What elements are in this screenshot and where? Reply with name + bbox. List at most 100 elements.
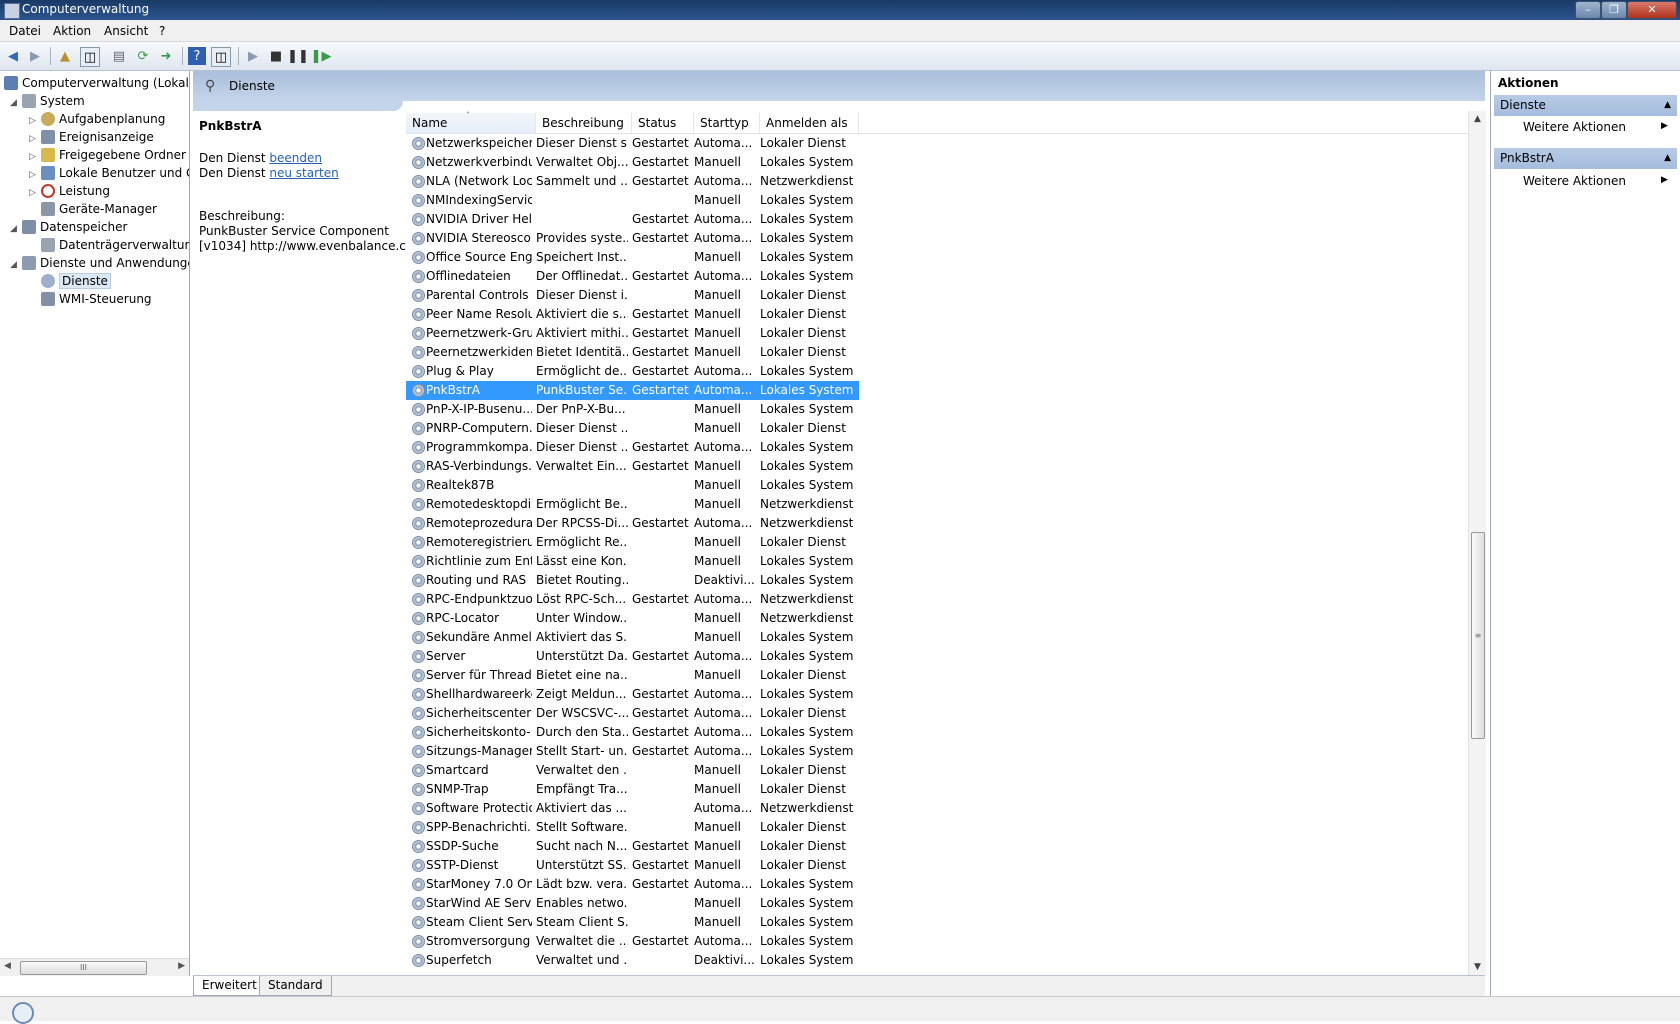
table-row[interactable]: RAS-Verbindungs... Verwaltet Ein... Gestar… xyxy=(406,457,859,476)
table-row[interactable]: StarWind AE Service Enables netwo... Manue… xyxy=(406,894,859,913)
pause-service-icon[interactable]: ❚❚ xyxy=(287,47,309,65)
column-header-name[interactable]: Name ˄ xyxy=(406,111,536,133)
scrollbar-thumb[interactable]: III xyxy=(20,961,147,975)
column-header-anmelden-als[interactable]: Anmelden als xyxy=(760,113,859,133)
column-header-starttyp[interactable]: Starttyp xyxy=(694,113,760,133)
maximize-button[interactable]: ❐ xyxy=(1601,1,1627,19)
tree-node-aufgabenplanung[interactable]: ▷ Aufgabenplanung xyxy=(29,111,165,128)
table-row[interactable]: Sicherheitskonto-... Durch den Sta... Gest… xyxy=(406,723,859,742)
table-row[interactable]: Peernetzwerkident... Bietet Identitä... Ge… xyxy=(406,343,859,362)
table-row[interactable]: NVIDIA Driver Hel... Gestartet Automa... Lo… xyxy=(406,210,859,229)
table-row[interactable]: Smartcard Verwaltet den ... Manuell Lokaler… xyxy=(406,761,859,780)
scrollbar-thumb[interactable]: ≡ xyxy=(1471,532,1485,739)
table-row[interactable]: StarMoney 7.0 Onl... Lädt bzw. vera... Ges… xyxy=(406,875,859,894)
tree-node-dienste[interactable]: Dienste xyxy=(41,273,111,290)
menu-help[interactable]: ? xyxy=(159,24,165,38)
table-row[interactable]: Offlinedateien Der Offlinedat... Gestartet… xyxy=(406,267,859,286)
table-row[interactable]: Programmkompa... Dieser Dienst ... Gestart… xyxy=(406,438,859,457)
action-weitere-aktionen-dienste[interactable]: Weitere Aktionen xyxy=(1523,117,1626,137)
tree-node-datenspeicher[interactable]: ◢ Datenspeicher xyxy=(10,219,127,236)
actions-section-pnkbstra[interactable]: PnkBstrA ▲ xyxy=(1494,148,1677,169)
close-button[interactable]: ✕ xyxy=(1627,1,1677,19)
scroll-down-icon[interactable]: ▼ xyxy=(1469,959,1486,975)
tree-node-computerverwaltung[interactable]: Computerverwaltung (Lokal) xyxy=(4,75,189,92)
table-row[interactable]: Shellhardwareerke... Zeigt Meldun... Gesta… xyxy=(406,685,859,704)
scroll-left-icon[interactable]: ◀ xyxy=(4,961,11,971)
table-row[interactable]: Richtlinie zum Ent... Lässt eine Kon... Ma… xyxy=(406,552,859,571)
menu-ansicht[interactable]: Ansicht xyxy=(104,24,148,38)
tree-node-freigegebene-ordner[interactable]: ▷ Freigegebene Ordner xyxy=(29,147,186,164)
table-row[interactable]: Remoteprozedura... Der RPCSS-Di... Gestart… xyxy=(406,514,859,533)
up-folder-icon[interactable]: ▲ xyxy=(56,47,74,65)
back-icon[interactable]: ◀ xyxy=(4,47,22,65)
table-row[interactable]: PnkBstrA PunkBuster Se... Gestartet Automa.… xyxy=(406,381,859,400)
forward-icon[interactable]: ▶ xyxy=(26,47,44,65)
export-icon[interactable]: ➜ xyxy=(157,47,175,65)
collapse-arrow-icon[interactable]: ◢ xyxy=(10,221,22,238)
restart-service-link[interactable]: neu starten xyxy=(269,166,338,180)
table-row[interactable]: SSDP-Suche Sucht nach N... Gestartet Manuel… xyxy=(406,837,859,856)
scroll-right-icon[interactable]: ▶ xyxy=(178,961,185,971)
table-row[interactable]: Remoteregistrieru... Ermöglicht Re... Manu… xyxy=(406,533,859,552)
table-row[interactable]: PnP-X-IP-Busenu... Der PnP-X-Bu... Manuell… xyxy=(406,400,859,419)
menu-datei[interactable]: Datei xyxy=(9,24,41,38)
stop-service-link[interactable]: beenden xyxy=(269,151,322,165)
table-row[interactable]: NVIDIA Stereosco... Provides syste... Gest… xyxy=(406,229,859,248)
help-icon[interactable]: ? xyxy=(188,47,206,65)
table-row[interactable]: PNRP-Computern... Dieser Dienst ... Manuel… xyxy=(406,419,859,438)
expand-arrow-icon[interactable]: ▷ xyxy=(29,149,41,166)
table-row[interactable]: Remotedesktopdi... Ermöglicht Be... Manuel… xyxy=(406,495,859,514)
list-vertical-scrollbar[interactable]: ▲ ≡ ▼ xyxy=(1468,111,1486,975)
table-row[interactable]: Server für Threads... Bietet eine na... Ma… xyxy=(406,666,859,685)
action-weitere-aktionen-pnkbstra[interactable]: Weitere Aktionen xyxy=(1523,171,1626,191)
table-row[interactable]: Superfetch Verwaltet und ... Deaktivi... Lo… xyxy=(406,951,859,970)
table-row[interactable]: Stromversorgung Verwaltet die ... Gestarte… xyxy=(406,932,859,951)
table-row[interactable]: Server Unterstützt Da... Gestartet Automa..… xyxy=(406,647,859,666)
table-row[interactable]: RPC-Endpunktzuo... Löst RPC-Sch... Gestart… xyxy=(406,590,859,609)
expand-arrow-icon[interactable]: ▷ xyxy=(29,167,41,184)
tree-node-dienste-und-anwendungen[interactable]: ◢ Dienste und Anwendungen xyxy=(10,255,189,274)
table-row[interactable]: Software Protection Aktiviert das ... Auto… xyxy=(406,799,859,818)
table-row[interactable]: Sicherheitscenter Der WSCSVC-... Gestartet… xyxy=(406,704,859,723)
table-row[interactable]: RPC-Locator Unter Window... Manuell Netzwer… xyxy=(406,609,859,628)
start-orb-icon[interactable] xyxy=(12,1002,34,1024)
tree-node-ereignisanzeige[interactable]: ▷ Ereignisanzeige xyxy=(29,129,154,146)
expand-arrow-icon[interactable]: ▷ xyxy=(29,185,41,202)
table-row[interactable]: Peernetzwerk-Gru... Aktiviert mithi... Ges… xyxy=(406,324,859,343)
column-header-status[interactable]: Status xyxy=(632,113,694,133)
tree-node-datentraegerverwaltung[interactable]: Datenträgerverwaltung xyxy=(41,237,189,254)
table-row[interactable]: Netzwerkverbindu... Verwaltet Obj... Gesta… xyxy=(406,153,859,172)
tab-standard[interactable]: Standard xyxy=(259,976,332,996)
collapse-up-icon[interactable]: ▲ xyxy=(1664,148,1671,169)
expand-arrow-icon[interactable]: ▷ xyxy=(29,131,41,148)
refresh-icon[interactable]: ⟳ xyxy=(134,47,152,65)
table-row[interactable]: Realtek87B Manuell Lokales System xyxy=(406,476,859,495)
properties-icon[interactable]: ▤ xyxy=(110,47,128,65)
tab-erweitert[interactable]: Erweitert xyxy=(193,976,266,996)
minimize-button[interactable]: – xyxy=(1575,1,1601,19)
actions-section-dienste[interactable]: Dienste ▲ xyxy=(1494,95,1677,116)
table-row[interactable]: SNMP-Trap Empfängt Tra... Manuell Lokaler D… xyxy=(406,780,859,799)
table-row[interactable]: NLA (Network Loc... Sammelt und ... Gestar… xyxy=(406,172,859,191)
start-service-icon[interactable]: ▶ xyxy=(244,47,262,65)
collapse-up-icon[interactable]: ▲ xyxy=(1664,95,1671,116)
table-row[interactable]: Steam Client Servi... Steam Client S... Ma… xyxy=(406,913,859,932)
table-row[interactable]: SPP-Benachrichti... Stellt Software... Man… xyxy=(406,818,859,837)
table-row[interactable]: Sekundäre Anmel... Aktiviert das S... Manu… xyxy=(406,628,859,647)
tree-node-lokale-benutzer[interactable]: ▷Lokale Benutzer und Gruppen xyxy=(29,165,189,184)
table-row[interactable]: Sitzungs-Manager... Stellt Start- un... Ge… xyxy=(406,742,859,761)
restart-service-icon[interactable]: ❚▶ xyxy=(311,47,332,65)
table-row[interactable]: Netzwerkspeicher... Dieser Dienst s... Ges… xyxy=(406,134,859,153)
stop-service-icon[interactable]: ■ xyxy=(267,47,285,65)
scroll-up-icon[interactable]: ▲ xyxy=(1469,111,1486,127)
table-row[interactable]: Plug & Play Ermöglicht de... Gestartet Auto… xyxy=(406,362,859,381)
table-row[interactable]: NMIndexingService Manuell Lokales System xyxy=(406,191,859,210)
table-row[interactable]: Parental Controls Dieser Dienst i... Manue… xyxy=(406,286,859,305)
show-tree-icon[interactable]: ◫ xyxy=(80,47,100,67)
tree-node-wmi-steuerung[interactable]: WMI-Steuerung xyxy=(41,291,152,308)
column-header-beschreibung[interactable]: Beschreibung xyxy=(536,113,632,133)
menu-aktion[interactable]: Aktion xyxy=(53,24,91,38)
table-row[interactable]: Peer Name Resolu... Aktiviert die s... Ges… xyxy=(406,305,859,324)
table-row[interactable]: Office Source Engi... Speichert Inst... Ma… xyxy=(406,248,859,267)
collapse-arrow-icon[interactable]: ◢ xyxy=(10,257,22,274)
